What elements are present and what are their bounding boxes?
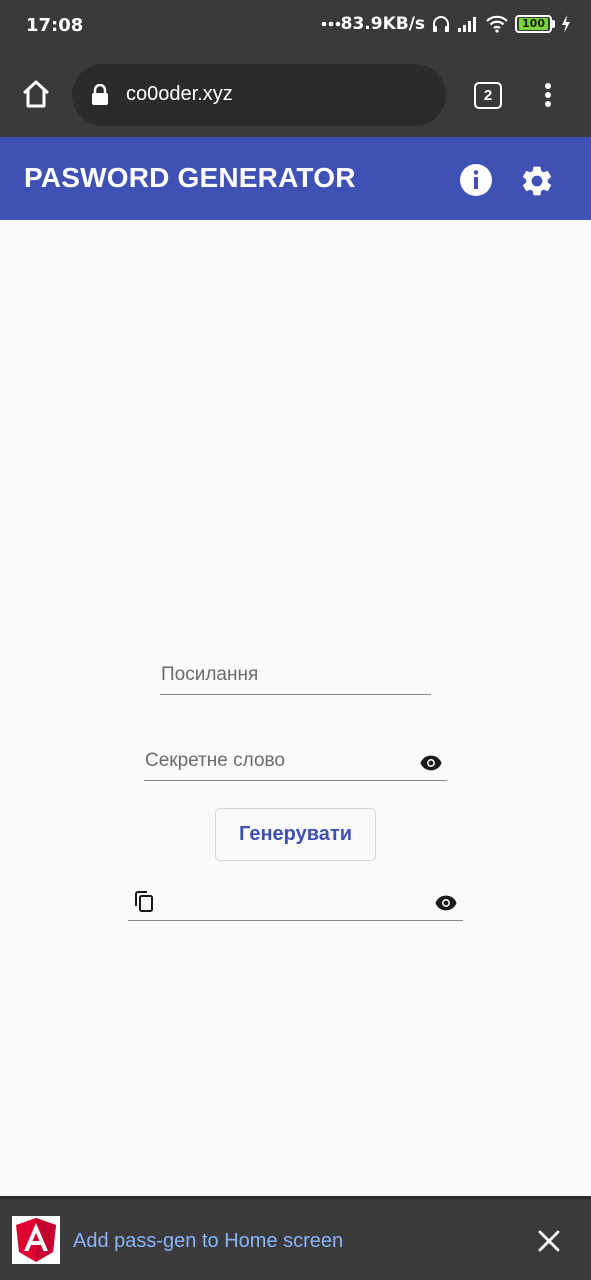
browser-toolbar: co0oder.xyz 2 [0,54,591,137]
secret-placeholder: Секретне слово [145,750,285,771]
more-vert-icon [545,83,551,107]
info-icon [460,164,492,196]
close-icon [538,1230,560,1252]
status-bar: 17:08 83.9KB/s 100 [0,0,591,54]
add-to-home-banner[interactable]: Add pass-gen to Home screen [0,1196,591,1280]
battery-icon: 100 [515,15,555,33]
headphones-icon [433,16,450,32]
browser-menu-button[interactable] [534,80,562,110]
tab-switcher-button[interactable]: 2 [474,82,502,109]
copy-icon[interactable] [135,891,153,912]
address-bar[interactable]: co0oder.xyz [72,64,446,126]
tab-count: 2 [483,87,493,104]
home-icon [22,80,50,108]
app-title: PASWORD GENERATOR [24,162,356,193]
visibility-icon[interactable] [420,755,442,771]
generated-password-field[interactable] [128,880,463,921]
network-speed: 83.9KB/s [340,14,426,34]
charging-icon [562,15,570,33]
signal-icon [458,17,477,32]
settings-button[interactable] [519,163,555,199]
generate-button[interactable]: Генерувати [215,808,376,861]
generate-label: Генерувати [239,823,352,845]
link-input[interactable]: Посилання [160,650,431,695]
banner-close-button[interactable] [534,1226,564,1256]
status-icons: 83.9KB/s 100 [321,14,571,34]
more-dots-icon [321,21,340,27]
info-button[interactable] [459,163,493,197]
wifi-icon [486,15,508,33]
secret-word-input[interactable]: Секретне слово [144,735,447,781]
settings-icon [522,166,552,196]
app-logo [12,1216,60,1264]
link-placeholder: Посилання [161,664,259,685]
status-time: 17:08 [26,15,84,36]
banner-text[interactable]: Add pass-gen to Home screen [73,1230,343,1253]
battery-level: 100 [519,18,548,30]
angular-logo-icon [16,1218,56,1262]
lock-icon [92,84,108,105]
url-text: co0oder.xyz [126,83,233,105]
app-toolbar: PASWORD GENERATOR [0,137,591,220]
visibility-icon[interactable] [435,895,457,911]
browser-home-button[interactable] [16,74,56,114]
